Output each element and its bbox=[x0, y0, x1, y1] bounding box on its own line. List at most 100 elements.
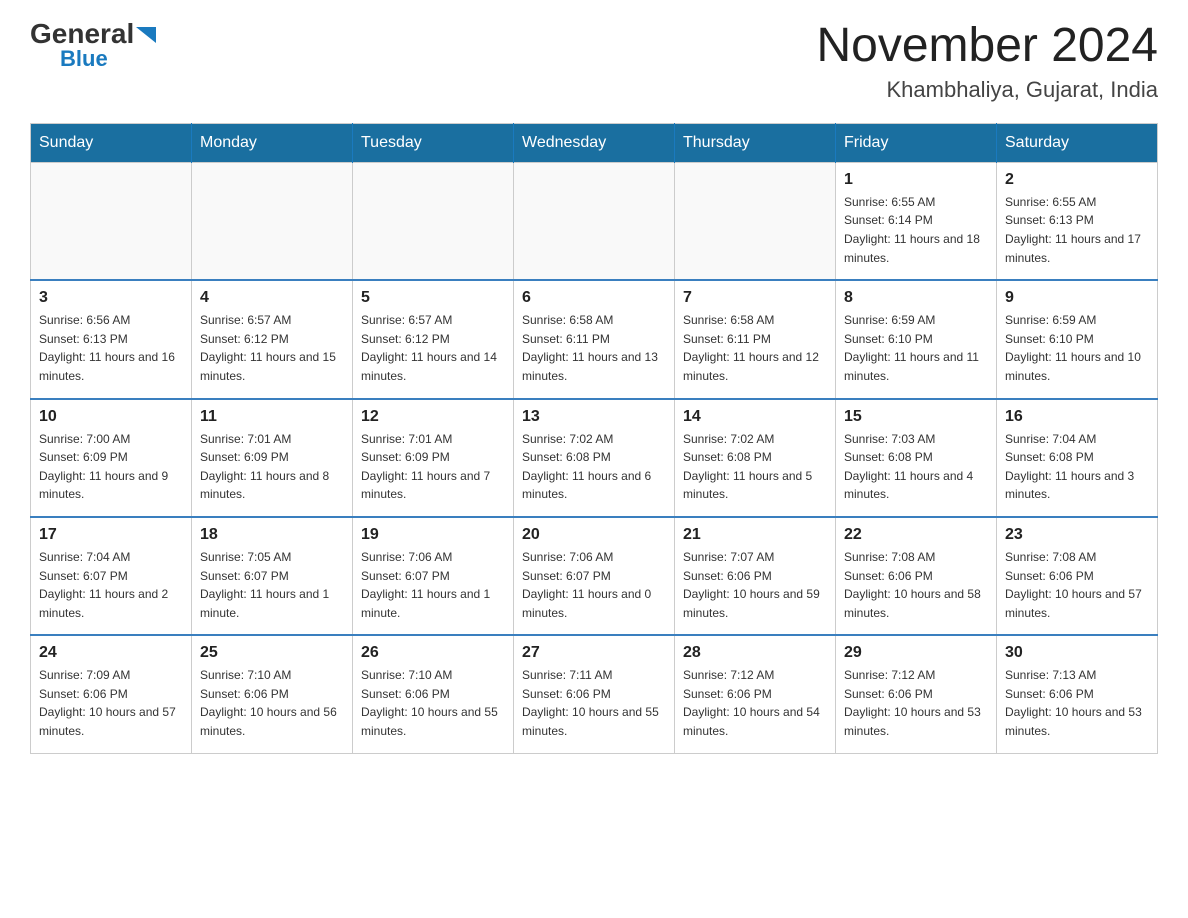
header-tuesday: Tuesday bbox=[353, 123, 514, 162]
page-title: November 2024 bbox=[816, 20, 1158, 73]
day-info: Sunrise: 7:13 AMSunset: 6:06 PMDaylight:… bbox=[1005, 666, 1149, 740]
day-info: Sunrise: 7:01 AMSunset: 6:09 PMDaylight:… bbox=[200, 430, 344, 504]
day-number: 1 bbox=[844, 171, 988, 189]
table-row: 5Sunrise: 6:57 AMSunset: 6:12 PMDaylight… bbox=[353, 280, 514, 398]
day-info: Sunrise: 7:03 AMSunset: 6:08 PMDaylight:… bbox=[844, 430, 988, 504]
table-row: 18Sunrise: 7:05 AMSunset: 6:07 PMDayligh… bbox=[192, 517, 353, 635]
day-info: Sunrise: 6:58 AMSunset: 6:11 PMDaylight:… bbox=[522, 311, 666, 385]
day-number: 7 bbox=[683, 289, 827, 307]
day-info: Sunrise: 7:07 AMSunset: 6:06 PMDaylight:… bbox=[683, 548, 827, 622]
day-info: Sunrise: 7:02 AMSunset: 6:08 PMDaylight:… bbox=[522, 430, 666, 504]
table-row bbox=[675, 162, 836, 280]
table-row: 1 Sunrise: 6:55 AMSunset: 6:14 PMDaylight… bbox=[836, 162, 997, 280]
table-row: 4 Sunrise: 6:57 AMSunset: 6:12 PMDaylight… bbox=[192, 280, 353, 398]
day-number: 4 bbox=[200, 289, 344, 307]
day-info: Sunrise: 7:04 AMSunset: 6:08 PMDaylight:… bbox=[1005, 430, 1149, 504]
day-number: 2 bbox=[1005, 171, 1149, 189]
day-info: Sunrise: 7:10 AMSunset: 6:06 PMDaylight:… bbox=[361, 666, 505, 740]
table-row bbox=[192, 162, 353, 280]
table-row: 7 Sunrise: 6:58 AMSunset: 6:11 PMDaylight… bbox=[675, 280, 836, 398]
day-info: Sunrise: 7:01 AMSunset: 6:09 PMDaylight:… bbox=[361, 430, 505, 504]
table-row: 9 Sunrise: 6:59 AMSunset: 6:10 PMDaylight… bbox=[997, 280, 1158, 398]
table-row: 10 Sunrise: 7:00 AMSunset: 6:09 PMDayligh… bbox=[31, 399, 192, 517]
day-number: 8 bbox=[844, 289, 988, 307]
day-number: 6 bbox=[522, 289, 666, 307]
day-info: Sunrise: 7:06 AMSunset: 6:07 PMDaylight:… bbox=[522, 548, 666, 622]
table-row: 12Sunrise: 7:01 AMSunset: 6:09 PMDayligh… bbox=[353, 399, 514, 517]
day-info: Sunrise: 6:58 AMSunset: 6:11 PMDaylight:… bbox=[683, 311, 827, 385]
header-saturday: Saturday bbox=[997, 123, 1158, 162]
logo: General Blue bbox=[30, 20, 156, 72]
day-info: Sunrise: 6:57 AMSunset: 6:12 PMDaylight:… bbox=[200, 311, 344, 385]
day-number: 23 bbox=[1005, 526, 1149, 544]
table-row: 29Sunrise: 7:12 AMSunset: 6:06 PMDayligh… bbox=[836, 635, 997, 753]
logo-triangle-icon bbox=[136, 27, 156, 43]
day-info: Sunrise: 7:12 AMSunset: 6:06 PMDaylight:… bbox=[844, 666, 988, 740]
header-friday: Friday bbox=[836, 123, 997, 162]
table-row bbox=[353, 162, 514, 280]
day-number: 5 bbox=[361, 289, 505, 307]
day-number: 19 bbox=[361, 526, 505, 544]
table-row: 19 Sunrise: 7:06 AMSunset: 6:07 PMDayligh… bbox=[353, 517, 514, 635]
table-row: 11 Sunrise: 7:01 AMSunset: 6:09 PMDayligh… bbox=[192, 399, 353, 517]
table-row: 6 Sunrise: 6:58 AMSunset: 6:11 PMDaylight… bbox=[514, 280, 675, 398]
day-number: 20 bbox=[522, 526, 666, 544]
day-info: Sunrise: 7:11 AMSunset: 6:06 PMDaylight:… bbox=[522, 666, 666, 740]
table-row: 13Sunrise: 7:02 AMSunset: 6:08 PMDayligh… bbox=[514, 399, 675, 517]
table-row: 21 Sunrise: 7:07 AMSunset: 6:06 PMDayligh… bbox=[675, 517, 836, 635]
day-number: 16 bbox=[1005, 408, 1149, 426]
table-row: 22 Sunrise: 7:08 AMSunset: 6:06 PMDayligh… bbox=[836, 517, 997, 635]
day-number: 30 bbox=[1005, 644, 1149, 662]
day-info: Sunrise: 6:59 AMSunset: 6:10 PMDaylight:… bbox=[844, 311, 988, 385]
table-row: 20 Sunrise: 7:06 AMSunset: 6:07 PMDayligh… bbox=[514, 517, 675, 635]
day-info: Sunrise: 7:04 AMSunset: 6:07 PMDaylight:… bbox=[39, 548, 183, 622]
calendar-table: Sunday Monday Tuesday Wednesday Thursday… bbox=[30, 123, 1158, 754]
day-info: Sunrise: 7:00 AMSunset: 6:09 PMDaylight:… bbox=[39, 430, 183, 504]
header-wednesday: Wednesday bbox=[514, 123, 675, 162]
day-number: 26 bbox=[361, 644, 505, 662]
day-number: 25 bbox=[200, 644, 344, 662]
page-header: General Blue November 2024 Khambhaliya, … bbox=[30, 20, 1158, 103]
day-info: Sunrise: 7:08 AMSunset: 6:06 PMDaylight:… bbox=[844, 548, 988, 622]
day-info: Sunrise: 7:02 AMSunset: 6:08 PMDaylight:… bbox=[683, 430, 827, 504]
day-info: Sunrise: 7:08 AMSunset: 6:06 PMDaylight:… bbox=[1005, 548, 1149, 622]
day-info: Sunrise: 7:12 AMSunset: 6:06 PMDaylight:… bbox=[683, 666, 827, 740]
table-row: 28 Sunrise: 7:12 AMSunset: 6:06 PMDayligh… bbox=[675, 635, 836, 753]
table-row: 3 Sunrise: 6:56 AMSunset: 6:13 PMDaylight… bbox=[31, 280, 192, 398]
header-monday: Monday bbox=[192, 123, 353, 162]
day-info: Sunrise: 6:55 AMSunset: 6:13 PMDaylight:… bbox=[1005, 193, 1149, 267]
day-info: Sunrise: 6:59 AMSunset: 6:10 PMDaylight:… bbox=[1005, 311, 1149, 385]
page-subtitle: Khambhaliya, Gujarat, India bbox=[816, 77, 1158, 103]
day-info: Sunrise: 6:56 AMSunset: 6:13 PMDaylight:… bbox=[39, 311, 183, 385]
table-row: 24Sunrise: 7:09 AMSunset: 6:06 PMDayligh… bbox=[31, 635, 192, 753]
table-row bbox=[514, 162, 675, 280]
table-row: 27 Sunrise: 7:11 AMSunset: 6:06 PMDayligh… bbox=[514, 635, 675, 753]
day-number: 22 bbox=[844, 526, 988, 544]
day-number: 9 bbox=[1005, 289, 1149, 307]
day-number: 15 bbox=[844, 408, 988, 426]
calendar-header-row: Sunday Monday Tuesday Wednesday Thursday… bbox=[31, 123, 1158, 162]
day-number: 3 bbox=[39, 289, 183, 307]
day-number: 21 bbox=[683, 526, 827, 544]
table-row: 26 Sunrise: 7:10 AMSunset: 6:06 PMDayligh… bbox=[353, 635, 514, 753]
day-number: 17 bbox=[39, 526, 183, 544]
day-number: 27 bbox=[522, 644, 666, 662]
day-number: 28 bbox=[683, 644, 827, 662]
table-row: 16 Sunrise: 7:04 AMSunset: 6:08 PMDayligh… bbox=[997, 399, 1158, 517]
table-row: 23 Sunrise: 7:08 AMSunset: 6:06 PMDayligh… bbox=[997, 517, 1158, 635]
day-number: 14 bbox=[683, 408, 827, 426]
day-info: Sunrise: 6:55 AMSunset: 6:14 PMDaylight:… bbox=[844, 193, 988, 267]
logo-general-text: General bbox=[30, 20, 134, 48]
table-row: 15 Sunrise: 7:03 AMSunset: 6:08 PMDayligh… bbox=[836, 399, 997, 517]
table-row: 17 Sunrise: 7:04 AMSunset: 6:07 PMDayligh… bbox=[31, 517, 192, 635]
table-row bbox=[31, 162, 192, 280]
table-row: 8 Sunrise: 6:59 AMSunset: 6:10 PMDaylight… bbox=[836, 280, 997, 398]
day-number: 18 bbox=[200, 526, 344, 544]
table-row: 30 Sunrise: 7:13 AMSunset: 6:06 PMDayligh… bbox=[997, 635, 1158, 753]
title-block: November 2024 Khambhaliya, Gujarat, Indi… bbox=[816, 20, 1158, 103]
day-info: Sunrise: 7:06 AMSunset: 6:07 PMDaylight:… bbox=[361, 548, 505, 622]
day-number: 11 bbox=[200, 408, 344, 426]
day-number: 10 bbox=[39, 408, 183, 426]
logo-blue-text: Blue bbox=[60, 46, 108, 72]
day-info: Sunrise: 7:10 AMSunset: 6:06 PMDaylight:… bbox=[200, 666, 344, 740]
